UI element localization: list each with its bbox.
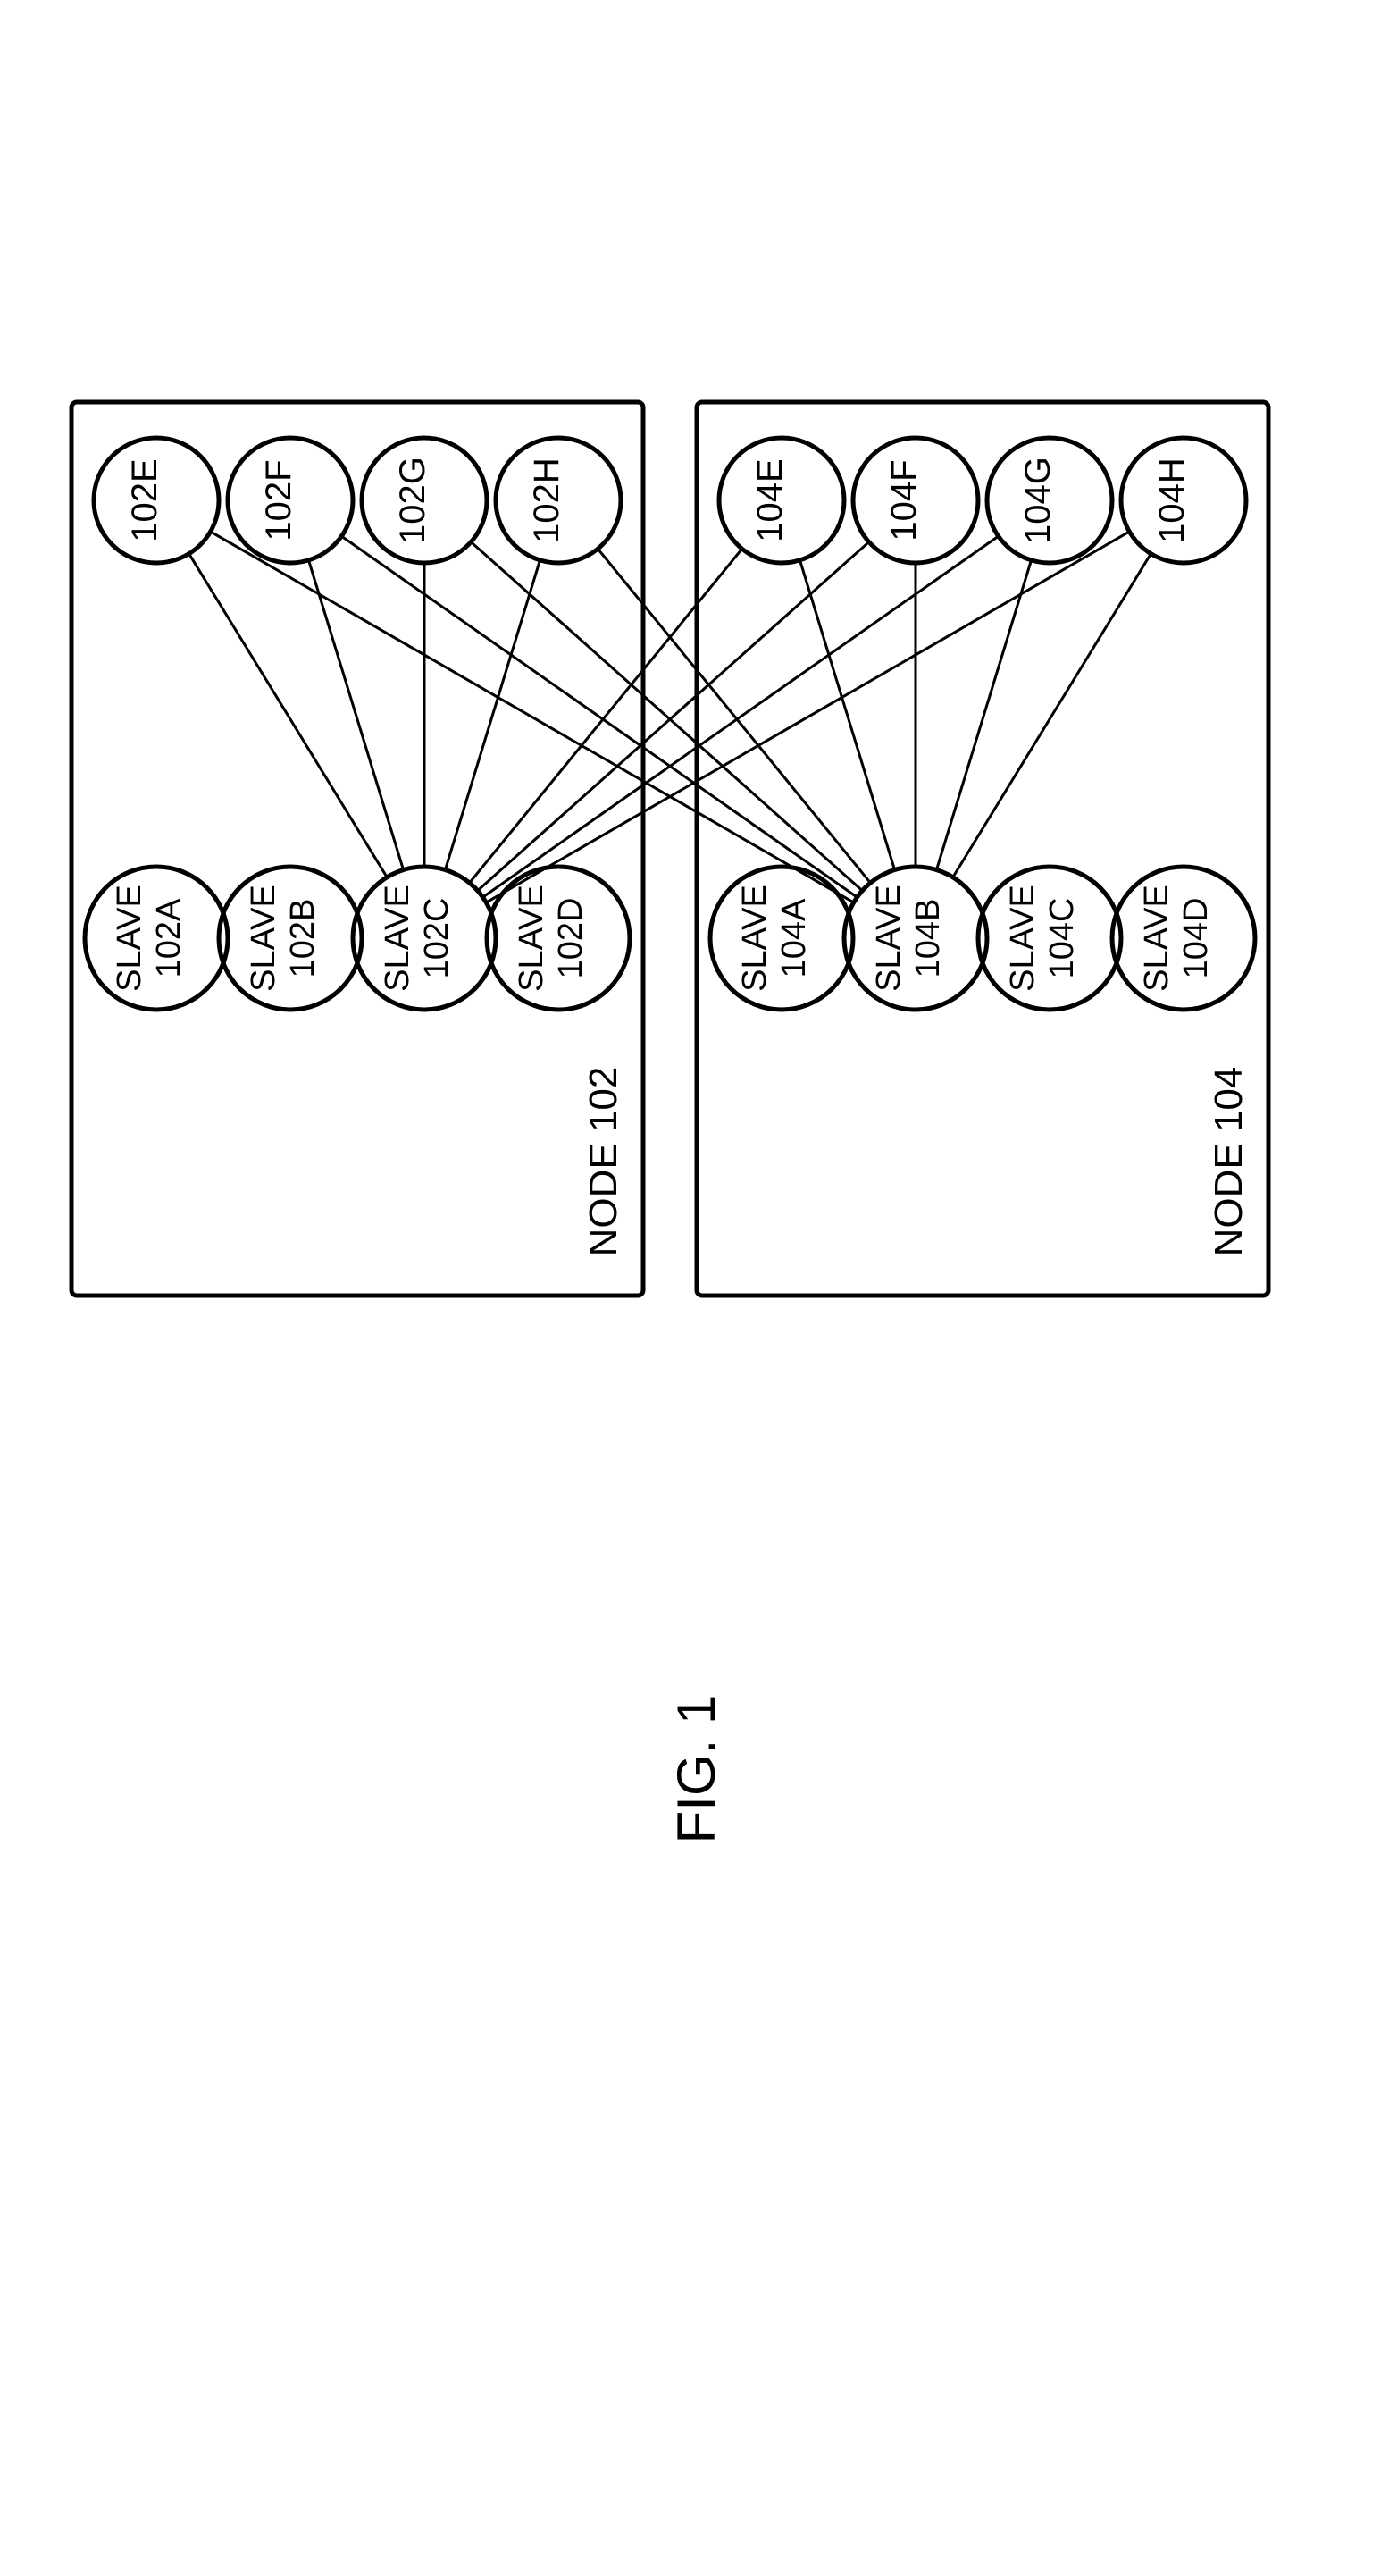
edges-group: [189, 532, 1151, 902]
node104-bot-label-t-1: SLAVE: [870, 885, 908, 992]
diagram-svg: NODE 102102E102F102G102HSLAVE102ASLAVE10…: [0, 0, 1389, 2576]
node104-bot-label-b-3: 104D: [1177, 898, 1215, 979]
node104-bot-label-b-1: 104B: [909, 899, 947, 978]
edge-1: [308, 560, 403, 870]
node102-top-label-3: 102H: [527, 457, 566, 543]
edge-14: [936, 560, 1031, 870]
node102-bot-label-t-1: SLAVE: [245, 885, 282, 992]
node104-bot-label-b-0: 104A: [775, 898, 813, 978]
node102-top-label-1: 102F: [259, 459, 298, 541]
figure-label: FIG. 1: [666, 1695, 726, 1844]
edge-9: [341, 536, 857, 897]
node104-top-label-3: 104H: [1152, 457, 1192, 543]
node104-top-label-2: 104G: [1018, 457, 1058, 544]
node104-bot-label-t-0: SLAVE: [736, 885, 774, 992]
node102-bot-label-t-2: SLAVE: [379, 885, 416, 992]
node104-top-label-0: 104E: [750, 458, 790, 541]
node102-bot-label-t-3: SLAVE: [513, 885, 550, 992]
edge-3: [445, 560, 540, 870]
node104-bot-label-b-2: 104C: [1043, 898, 1081, 979]
edge-12: [799, 560, 894, 870]
node102-title: NODE 102: [582, 1067, 625, 1257]
page: NODE 102102E102F102G102HSLAVE102ASLAVE10…: [0, 0, 1389, 2576]
node104-title: NODE 104: [1207, 1067, 1251, 1257]
node102-bot-label-t-0: SLAVE: [111, 885, 148, 992]
node102-bot-label-b-3: 102D: [552, 898, 590, 979]
edge-6: [483, 536, 999, 897]
node104-top-label-1: 104F: [884, 459, 924, 541]
node104-bot-label-t-2: SLAVE: [1004, 885, 1042, 992]
node102-bot-label-b-0: 102A: [150, 898, 188, 978]
node102-bot-label-b-1: 102B: [284, 899, 322, 978]
node104-bot-label-t-3: SLAVE: [1138, 885, 1176, 992]
node102-top-label-0: 102E: [125, 458, 164, 541]
node102-top-label-2: 102G: [393, 457, 432, 544]
node102-bot-label-b-2: 102C: [418, 898, 456, 979]
